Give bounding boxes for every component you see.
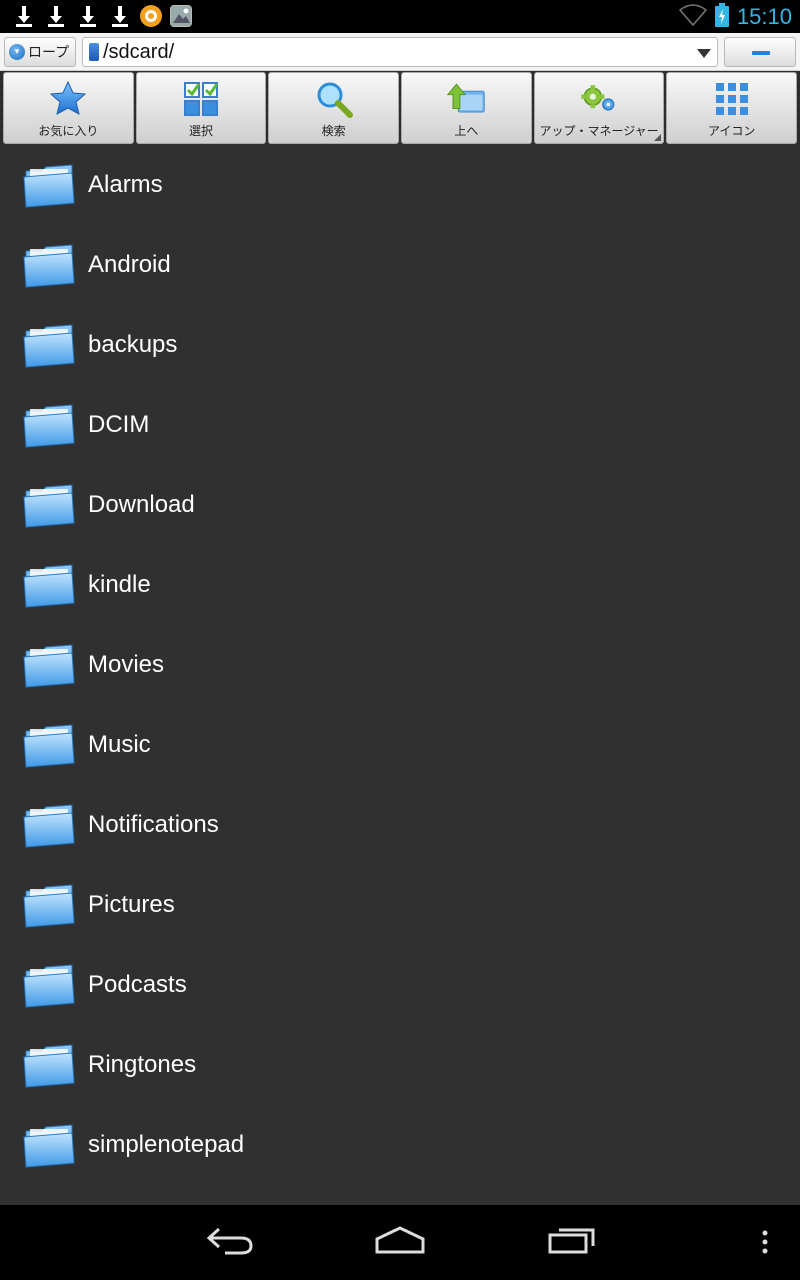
system-icons: 15:10: [678, 3, 792, 31]
folder-name: Notifications: [88, 811, 219, 838]
more-options-indicator: [654, 134, 662, 141]
grid-icon: [712, 79, 752, 119]
search-label: 検索: [321, 124, 346, 138]
folder-name: Podcasts: [88, 971, 187, 998]
folder-name: Movies: [88, 651, 165, 678]
search-button[interactable]: 検索: [268, 72, 400, 144]
app-manager-button[interactable]: アップ・マネージャー: [533, 72, 665, 144]
download-icon: [76, 4, 100, 28]
folder-name: Ringtones: [88, 1051, 197, 1078]
folder-name: Alarms: [88, 171, 163, 198]
folder-icon: [22, 1041, 76, 1089]
storage-label: ロープ: [28, 45, 70, 61]
folder-row[interactable]: Android: [0, 225, 800, 305]
folder-row[interactable]: DCIM: [0, 385, 800, 465]
folder-name: Pictures: [88, 891, 175, 918]
current-path: /sdcard/: [103, 40, 175, 63]
file-list: Alarms Android backups DCIM Download kindle Mo…: [0, 145, 800, 1205]
app-notification-icon: [140, 5, 162, 27]
navigation-bar: [0, 1205, 800, 1280]
collapse-toolbar-button[interactable]: [724, 37, 796, 67]
dropdown-arrow-icon: [697, 49, 711, 58]
back-button[interactable]: [205, 1225, 255, 1259]
storage-selector-button[interactable]: ▾ ロープ: [4, 37, 76, 67]
folder-row[interactable]: backups: [0, 305, 800, 385]
folder-row[interactable]: Notifications: [0, 785, 800, 865]
folder-name: kindle: [88, 571, 151, 598]
gears-icon: [579, 79, 619, 119]
home-button[interactable]: [374, 1225, 426, 1259]
folder-icon: [22, 241, 76, 289]
folder-icon: [22, 161, 76, 209]
folder-row[interactable]: Music: [0, 705, 800, 785]
folder-icon: [22, 481, 76, 529]
folder-icon: [22, 801, 76, 849]
folder-icon: [22, 881, 76, 929]
up-folder-icon: [446, 79, 486, 119]
overflow-menu-button[interactable]: [758, 1229, 772, 1263]
download-icon: [44, 4, 68, 28]
folder-row[interactable]: kindle: [0, 545, 800, 625]
folder-name: Download: [88, 491, 195, 518]
folder-row[interactable]: Download: [0, 465, 800, 545]
select-icon: [181, 79, 221, 119]
folder-icon: [22, 561, 76, 609]
search-icon: [314, 79, 354, 119]
folder-row[interactable]: Alarms: [0, 145, 800, 225]
status-bar: 15:10: [0, 0, 800, 33]
folder-name: Music: [88, 731, 151, 758]
overflow-menu-icon: [762, 1230, 768, 1254]
notification-area: [12, 4, 192, 28]
folder-icon: [22, 721, 76, 769]
sdcard-icon: [89, 43, 99, 61]
path-bar: ▾ ロープ /sdcard/: [0, 33, 800, 71]
path-dropdown[interactable]: /sdcard/: [82, 37, 718, 67]
folder-icon: [22, 1121, 76, 1169]
toolbar: お気に入り 選択 検索 上へ アップ・マネージャー アイコン: [0, 71, 800, 145]
folder-name: Android: [88, 251, 171, 278]
chevron-down-icon: ▾: [9, 44, 25, 60]
folder-icon: [22, 641, 76, 689]
folder-icon: [22, 961, 76, 1009]
folder-icon: [22, 401, 76, 449]
folder-name: backups: [88, 331, 178, 358]
favorites-label: お気に入り: [38, 124, 99, 138]
download-icon: [108, 4, 132, 28]
wifi-icon: [678, 4, 708, 30]
folder-row[interactable]: Podcasts: [0, 945, 800, 1025]
battery-charging-icon: [714, 3, 729, 31]
select-label: 選択: [189, 124, 214, 138]
star-icon: [48, 79, 88, 119]
favorites-button[interactable]: お気に入り: [3, 72, 134, 144]
folder-row[interactable]: Pictures: [0, 865, 800, 945]
download-icon: [12, 4, 36, 28]
icon-view-label: アイコン: [707, 124, 756, 138]
folder-name: simplenotepad: [88, 1131, 245, 1158]
home-icon: [375, 1226, 425, 1254]
clock: 15:10: [736, 4, 792, 29]
back-arrow-icon: [206, 1227, 253, 1255]
up-button[interactable]: 上へ: [401, 72, 532, 144]
recent-apps-button[interactable]: [547, 1225, 597, 1259]
up-label: 上へ: [454, 124, 479, 138]
gallery-notification-icon: [170, 5, 192, 27]
folder-row[interactable]: Ringtones: [0, 1025, 800, 1105]
select-button[interactable]: 選択: [135, 72, 267, 144]
folder-row[interactable]: simplenotepad: [0, 1105, 800, 1185]
icon-view-button[interactable]: アイコン: [666, 72, 798, 144]
app-manager-label: アップ・マネージャー: [539, 124, 659, 138]
folder-name: DCIM: [88, 411, 150, 438]
folder-row[interactable]: Movies: [0, 625, 800, 705]
recent-apps-icon: [548, 1228, 595, 1254]
folder-icon: [22, 321, 76, 369]
